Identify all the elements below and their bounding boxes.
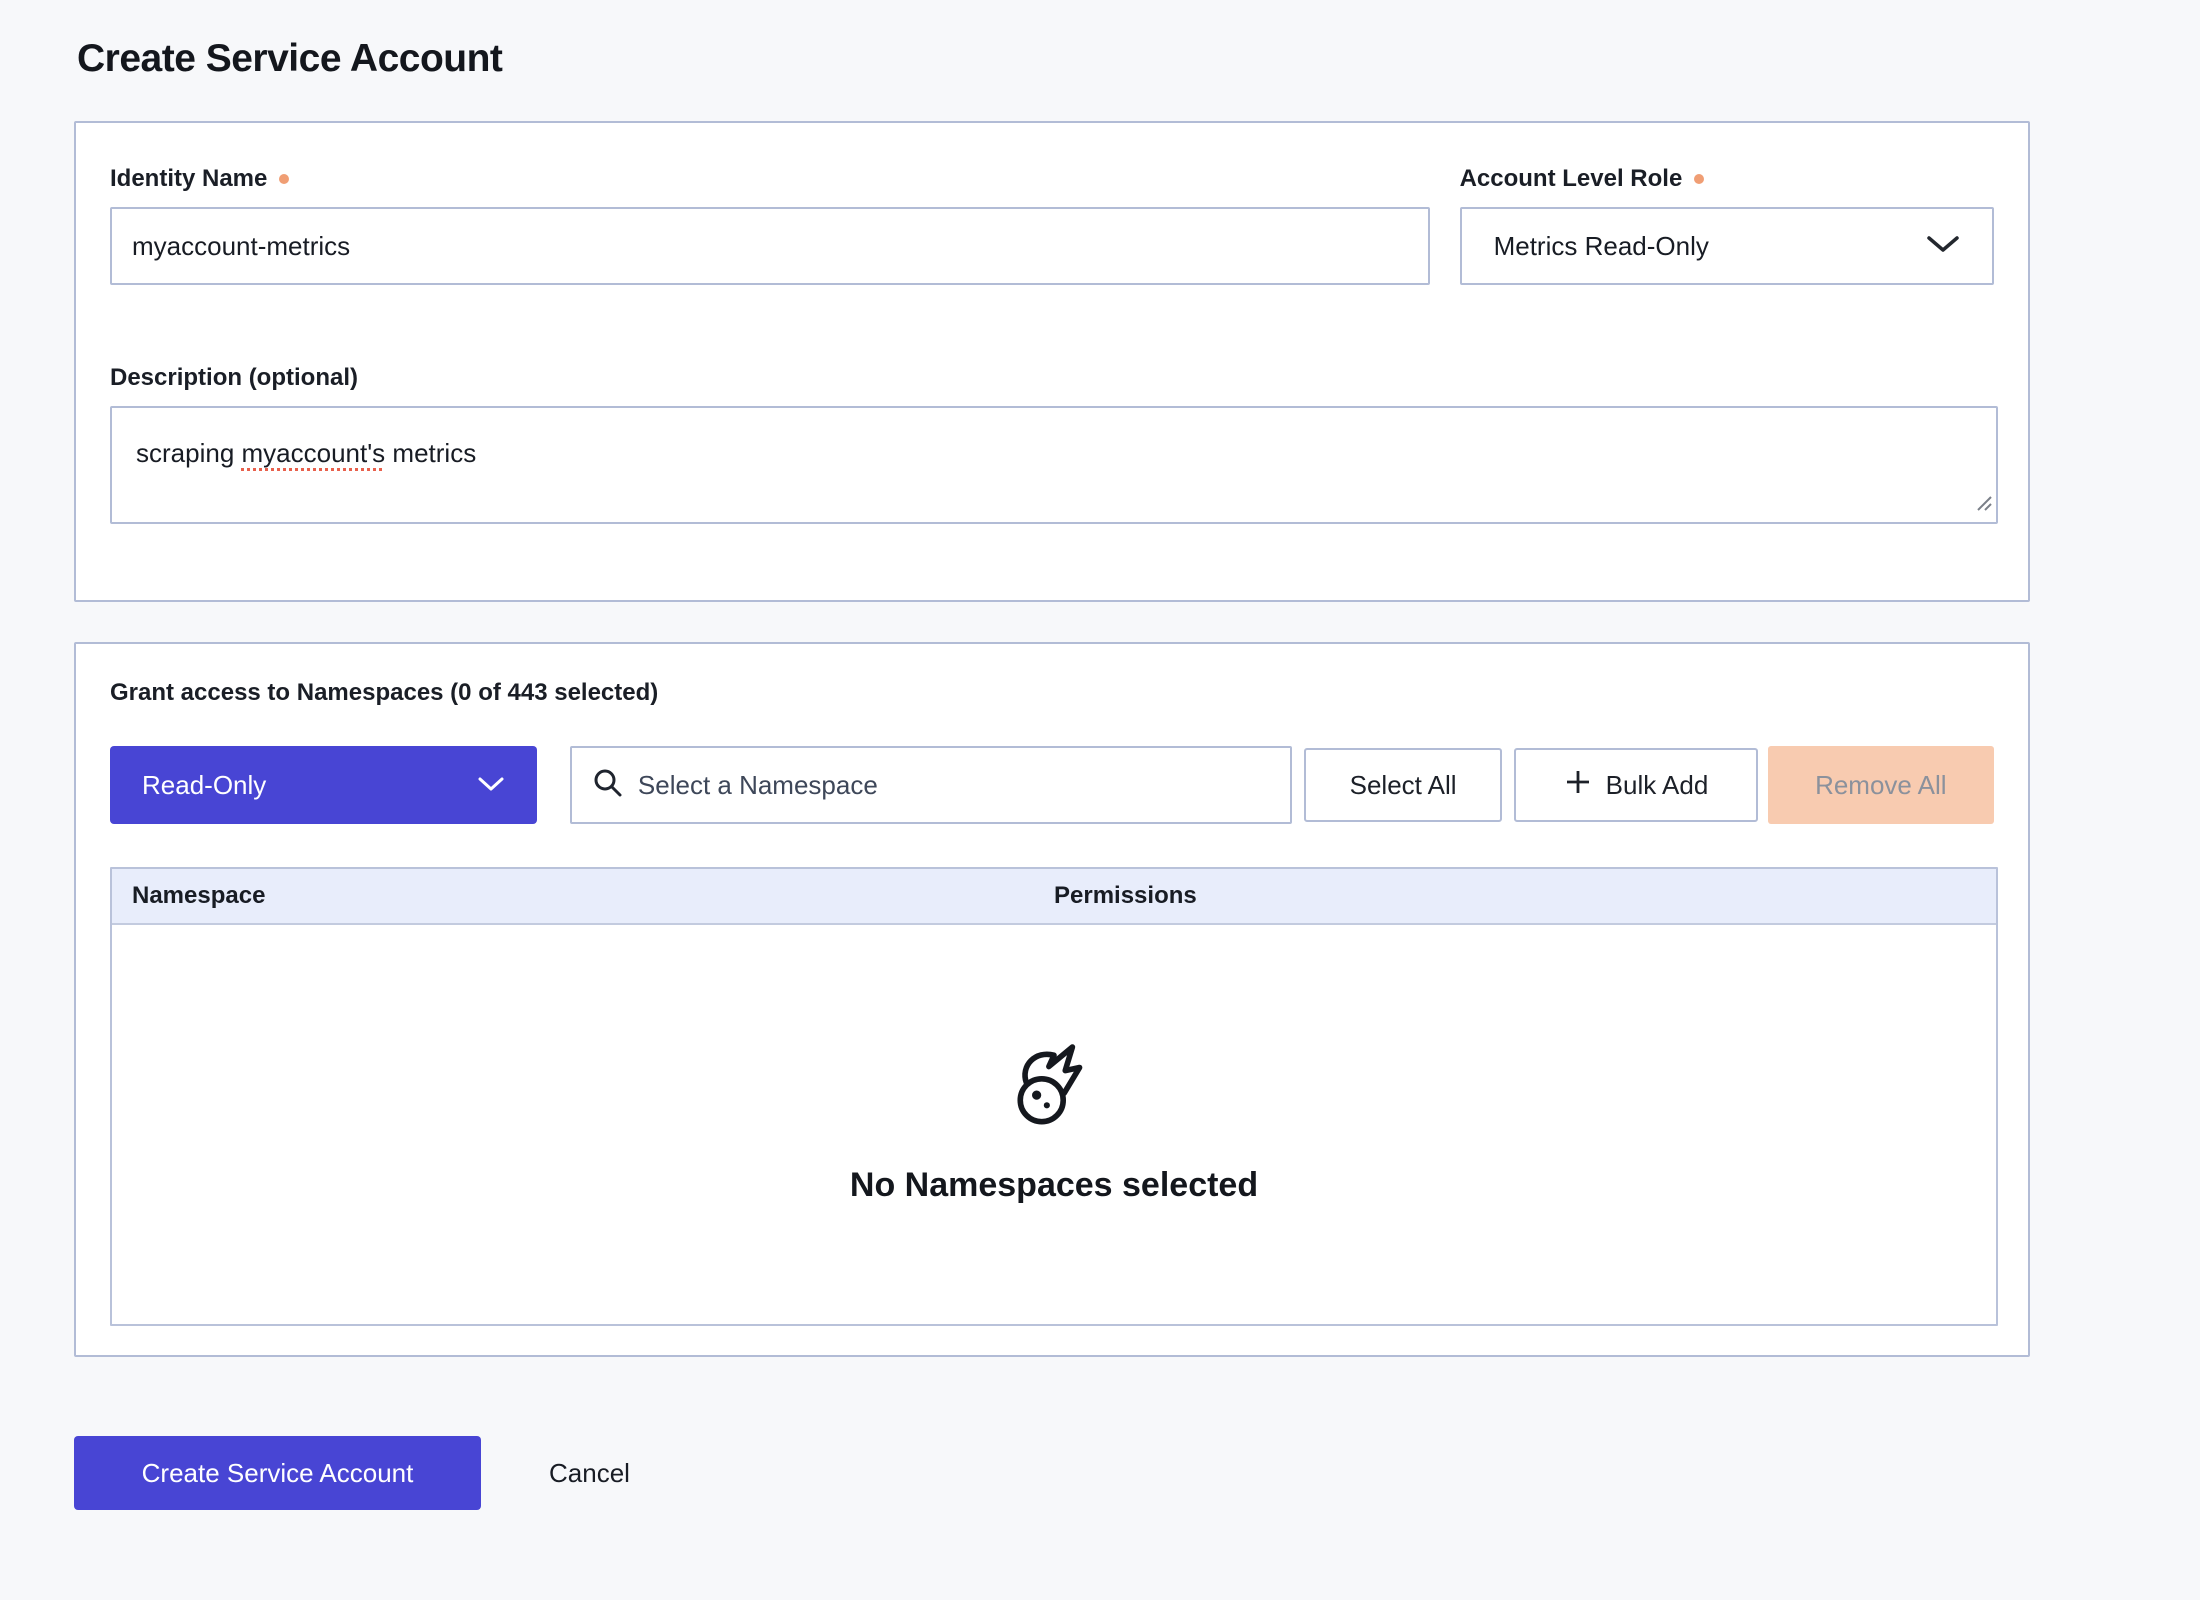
description-text-misspelled: myaccount's bbox=[242, 438, 386, 468]
create-button-label: Create Service Account bbox=[142, 1458, 414, 1489]
select-all-button[interactable]: Select All bbox=[1304, 748, 1502, 822]
column-header-permissions: Permissions bbox=[1054, 882, 1996, 910]
account-level-role-select[interactable]: Metrics Read-Only bbox=[1460, 207, 1994, 285]
description-field-group: Description (optional) scraping myaccoun… bbox=[110, 363, 1994, 524]
required-dot-icon bbox=[279, 174, 289, 184]
account-level-role-field-group: Account Level Role Metrics Read-Only bbox=[1460, 164, 1994, 285]
description-text-prefix: scraping bbox=[136, 438, 242, 468]
search-icon bbox=[592, 767, 624, 804]
chevron-down-icon bbox=[1926, 234, 1960, 259]
namespaces-toolbar: Read-Only Select a Namespace Select bbox=[110, 746, 1994, 824]
empty-state: No Namespaces selected bbox=[850, 1043, 1258, 1205]
namespace-search-input[interactable]: Select a Namespace bbox=[570, 746, 1292, 824]
permission-role-dropdown[interactable]: Read-Only bbox=[110, 746, 537, 824]
required-dot-icon bbox=[1694, 174, 1704, 184]
identity-name-input[interactable] bbox=[110, 207, 1430, 285]
identity-name-label: Identity Name bbox=[110, 164, 267, 194]
create-service-account-page: Create Service Account Identity Name Acc… bbox=[74, 0, 2030, 1510]
page-title: Create Service Account bbox=[77, 33, 2030, 85]
namespaces-heading: Grant access to Namespaces (0 of 443 sel… bbox=[110, 678, 1994, 708]
identity-card: Identity Name Account Level Role Metrics… bbox=[74, 121, 2030, 602]
cancel-button-label: Cancel bbox=[549, 1458, 630, 1489]
permission-role-value: Read-Only bbox=[142, 770, 477, 801]
description-label: Description (optional) bbox=[110, 363, 358, 393]
namespace-search-placeholder: Select a Namespace bbox=[638, 770, 878, 801]
cancel-button[interactable]: Cancel bbox=[549, 1436, 630, 1510]
resize-grip-icon[interactable] bbox=[1974, 489, 1994, 520]
chevron-down-icon bbox=[477, 775, 505, 796]
account-level-role-value: Metrics Read-Only bbox=[1494, 231, 1926, 262]
column-header-namespace: Namespace bbox=[112, 882, 1054, 910]
description-textarea[interactable]: scraping myaccount's metrics bbox=[110, 406, 1998, 524]
namespaces-table: Namespace Permissions No Namespaces sele… bbox=[110, 867, 1998, 1326]
plus-icon bbox=[1564, 768, 1592, 803]
remove-all-label: Remove All bbox=[1815, 770, 1947, 801]
description-text-suffix: metrics bbox=[385, 438, 476, 468]
select-all-label: Select All bbox=[1350, 770, 1457, 801]
footer-actions: Create Service Account Cancel bbox=[74, 1436, 2030, 1510]
namespaces-card: Grant access to Namespaces (0 of 443 sel… bbox=[74, 642, 2030, 1357]
account-level-role-label: Account Level Role bbox=[1460, 164, 1683, 194]
create-service-account-button[interactable]: Create Service Account bbox=[74, 1436, 481, 1510]
namespaces-table-body: No Namespaces selected bbox=[112, 923, 1996, 1324]
empty-state-text: No Namespaces selected bbox=[850, 1166, 1258, 1205]
namespaces-table-header: Namespace Permissions bbox=[112, 869, 1996, 923]
remove-all-button[interactable]: Remove All bbox=[1768, 746, 1994, 824]
bulk-add-label: Bulk Add bbox=[1606, 770, 1709, 801]
identity-name-field-group: Identity Name bbox=[110, 164, 1430, 285]
comet-icon bbox=[1008, 1122, 1100, 1139]
bulk-add-button[interactable]: Bulk Add bbox=[1514, 748, 1757, 822]
